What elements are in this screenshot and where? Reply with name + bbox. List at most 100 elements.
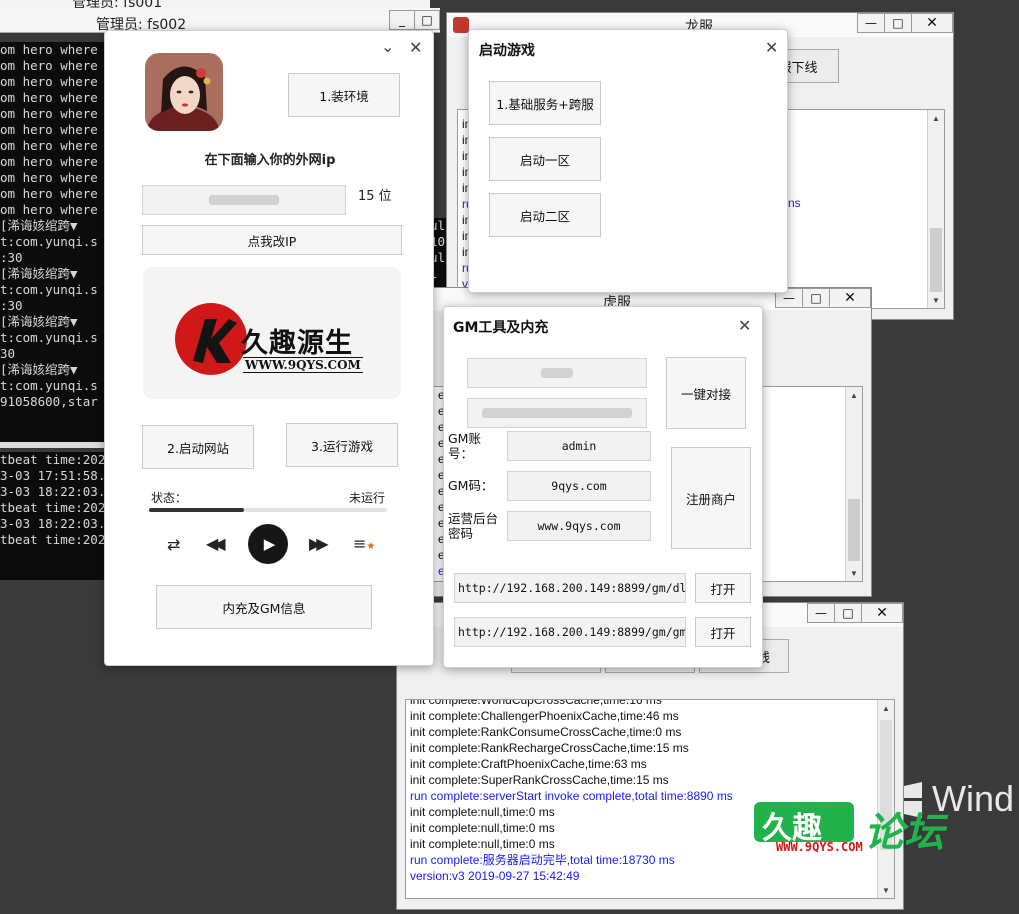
gm-server-field[interactable] <box>467 358 647 388</box>
scroll-up-icon[interactable]: ▲ <box>846 387 862 403</box>
forum-text: 论坛 <box>864 809 944 856</box>
change-ip-button[interactable]: 点我改IP <box>142 225 402 255</box>
open-url2-button[interactable]: 打开 <box>695 617 751 647</box>
ip-length: 15 位 <box>358 189 392 204</box>
gm-code-label: GM码： <box>448 478 494 493</box>
start-base-service-button[interactable]: 1.基础服务+跨服 <box>489 81 601 125</box>
fast-forward-icon[interactable]: ▶▶ <box>309 534 328 553</box>
console-line: 3-03 17:51:58. <box>0 468 106 483</box>
gm-server-masked <box>541 368 573 378</box>
console-line: tbeat time:202 <box>0 532 106 547</box>
open-url1-button[interactable]: 打开 <box>695 573 751 603</box>
maximize-icon[interactable]: □ <box>834 603 862 623</box>
start-game-window: 启动游戏 ✕ 1.基础服务+跨服 启动一区 启动二区 <box>468 29 788 293</box>
console-divider <box>0 442 110 448</box>
forum-logo-box: 久趣 <box>754 802 854 846</box>
one-click-connect-button[interactable]: 一键对接 <box>666 357 746 429</box>
app-logo-icon <box>453 17 469 33</box>
minimize-icon[interactable]: — <box>857 13 885 33</box>
console-line: om hero where <box>0 58 98 73</box>
scroll-down-icon[interactable]: ▼ <box>878 882 894 898</box>
close-icon[interactable]: ✕ <box>829 288 871 308</box>
close-icon[interactable]: ✕ <box>911 13 953 33</box>
backend-password-label: 运营后台密码 <box>448 511 499 541</box>
start-game-title: 启动游戏 <box>479 43 535 59</box>
maximize-icon[interactable]: □ <box>802 288 830 308</box>
console-line: tbeat time:202 <box>0 500 106 515</box>
brand-name: 久趣源生 <box>241 328 353 359</box>
gm-code-input[interactable]: 9qys.com <box>507 471 651 501</box>
rewind-icon[interactable]: ◀◀ <box>206 534 225 553</box>
scroll-up-icon[interactable]: ▲ <box>928 110 944 126</box>
console-line: t:com.yunqi.s <box>0 378 98 393</box>
start-zone2-button[interactable]: 启动二区 <box>489 193 601 237</box>
forum-url: WWW.9QYS.COM <box>776 840 863 854</box>
scroll-down-icon[interactable]: ▼ <box>928 292 944 308</box>
console-line: om hero where <box>0 186 98 201</box>
shuffle-icon[interactable]: ⇄ <box>167 535 180 554</box>
console-line: t:com.yunqi.s <box>0 234 98 249</box>
log-line: init complete:RankRechargeCrossCache,tim… <box>410 741 689 755</box>
gm-tool-window: GM工具及内充 ✕ 一键对接 GM账号： admin GM码： 9qys.com… <box>443 306 763 668</box>
server-log-area: init complete:WorldCupCrossCache,time:16… <box>405 699 895 899</box>
install-env-button[interactable]: 1.装环境 <box>288 73 400 117</box>
close-icon[interactable]: ✕ <box>861 603 903 623</box>
start-website-button[interactable]: 2.启动网站 <box>142 425 254 469</box>
gm-url2-input[interactable]: http://192.168.200.149:8899/gm/gm520.php <box>454 617 686 647</box>
ip-input[interactable] <box>142 185 346 215</box>
ip-input-masked <box>209 195 279 205</box>
close-icon[interactable]: ✕ <box>765 38 778 57</box>
console-line: :30 <box>0 250 23 265</box>
longfu-scrollbar[interactable]: ▲ ▼ <box>927 110 944 308</box>
scroll-thumb[interactable] <box>930 228 942 292</box>
console-line: t:com.yunqi.s <box>0 330 98 345</box>
gm-account-input[interactable]: admin <box>507 431 651 461</box>
maximize-icon[interactable]: □ <box>414 10 440 30</box>
progress-track <box>149 508 387 512</box>
console-line: om hero where <box>0 90 98 105</box>
log-line: init complete:SuperRankCrossCache,time:1… <box>410 773 669 787</box>
hufu-scrollbar[interactable]: ▲ ▼ <box>845 387 862 581</box>
log-line: version:v3 2019-09-27 15:42:49 <box>410 869 580 883</box>
backend-password-input[interactable]: www.9qys.com <box>507 511 651 541</box>
log-line: init complete:WorldCupCrossCache,time:16… <box>410 699 662 707</box>
console-line: [浠诲姟绾跨▼ <box>0 266 78 281</box>
console-line: [浠诲姟绾跨▼ <box>0 314 78 329</box>
avatar <box>145 53 223 131</box>
status-label: 状态： <box>151 491 188 505</box>
console-line: 3-03 18:22:03. <box>0 516 106 531</box>
console-line: t:com.yunqi.s <box>0 282 98 297</box>
playlist-icon[interactable]: ≡★ <box>353 534 375 553</box>
log-line: init complete:ChallengerPhoenixCache,tim… <box>410 709 679 723</box>
scroll-down-icon[interactable]: ▼ <box>846 565 862 581</box>
server-scrollbar[interactable]: ▲ ▼ <box>877 700 894 898</box>
console-line: 30 <box>0 346 16 361</box>
forum-watermark: 久趣 WWW.9QYS.COM 论坛 <box>752 800 982 860</box>
brand-banner: 久趣源生 WWW.9QYS.COM <box>143 267 401 399</box>
close-icon[interactable]: ✕ <box>738 316 751 335</box>
console-line: 3-03 18:22:03. <box>0 484 106 499</box>
run-game-button[interactable]: 3.运行游戏 <box>286 423 398 467</box>
gm-key-field[interactable] <box>467 398 647 428</box>
console-line: [浠诲姟绾跨▼ <box>0 362 78 377</box>
console-line: om hero where <box>0 138 98 153</box>
console-line: om hero where <box>0 74 98 89</box>
console-fs002-output: om hero where om hero where om hero where o… <box>0 42 110 442</box>
maximize-icon[interactable]: □ <box>884 13 912 33</box>
collapse-icon[interactable]: ⌄ <box>381 37 394 56</box>
register-merchant-button[interactable]: 注册商户 <box>671 447 751 549</box>
close-icon[interactable]: ✕ <box>409 38 422 57</box>
start-zone1-button[interactable]: 启动一区 <box>489 137 601 181</box>
play-button[interactable]: ▶ <box>248 524 288 564</box>
scroll-thumb[interactable] <box>848 499 860 561</box>
gm-url1-input[interactable]: http://192.168.200.149:8899/gm/dlp.php <box>454 573 686 603</box>
minimize-icon[interactable]: — <box>807 603 835 623</box>
gm-info-button[interactable]: 内充及GM信息 <box>156 585 372 629</box>
brand-url: WWW.9QYS.COM <box>243 357 363 373</box>
console-line: :30 <box>0 298 23 313</box>
log-line: init complete:RankConsumeCrossCache,time… <box>410 725 682 739</box>
scroll-up-icon[interactable]: ▲ <box>878 700 894 716</box>
brand-logo-icon <box>175 303 247 375</box>
minimize-icon[interactable]: _ <box>389 10 415 30</box>
console-line: om hero where <box>0 154 98 169</box>
